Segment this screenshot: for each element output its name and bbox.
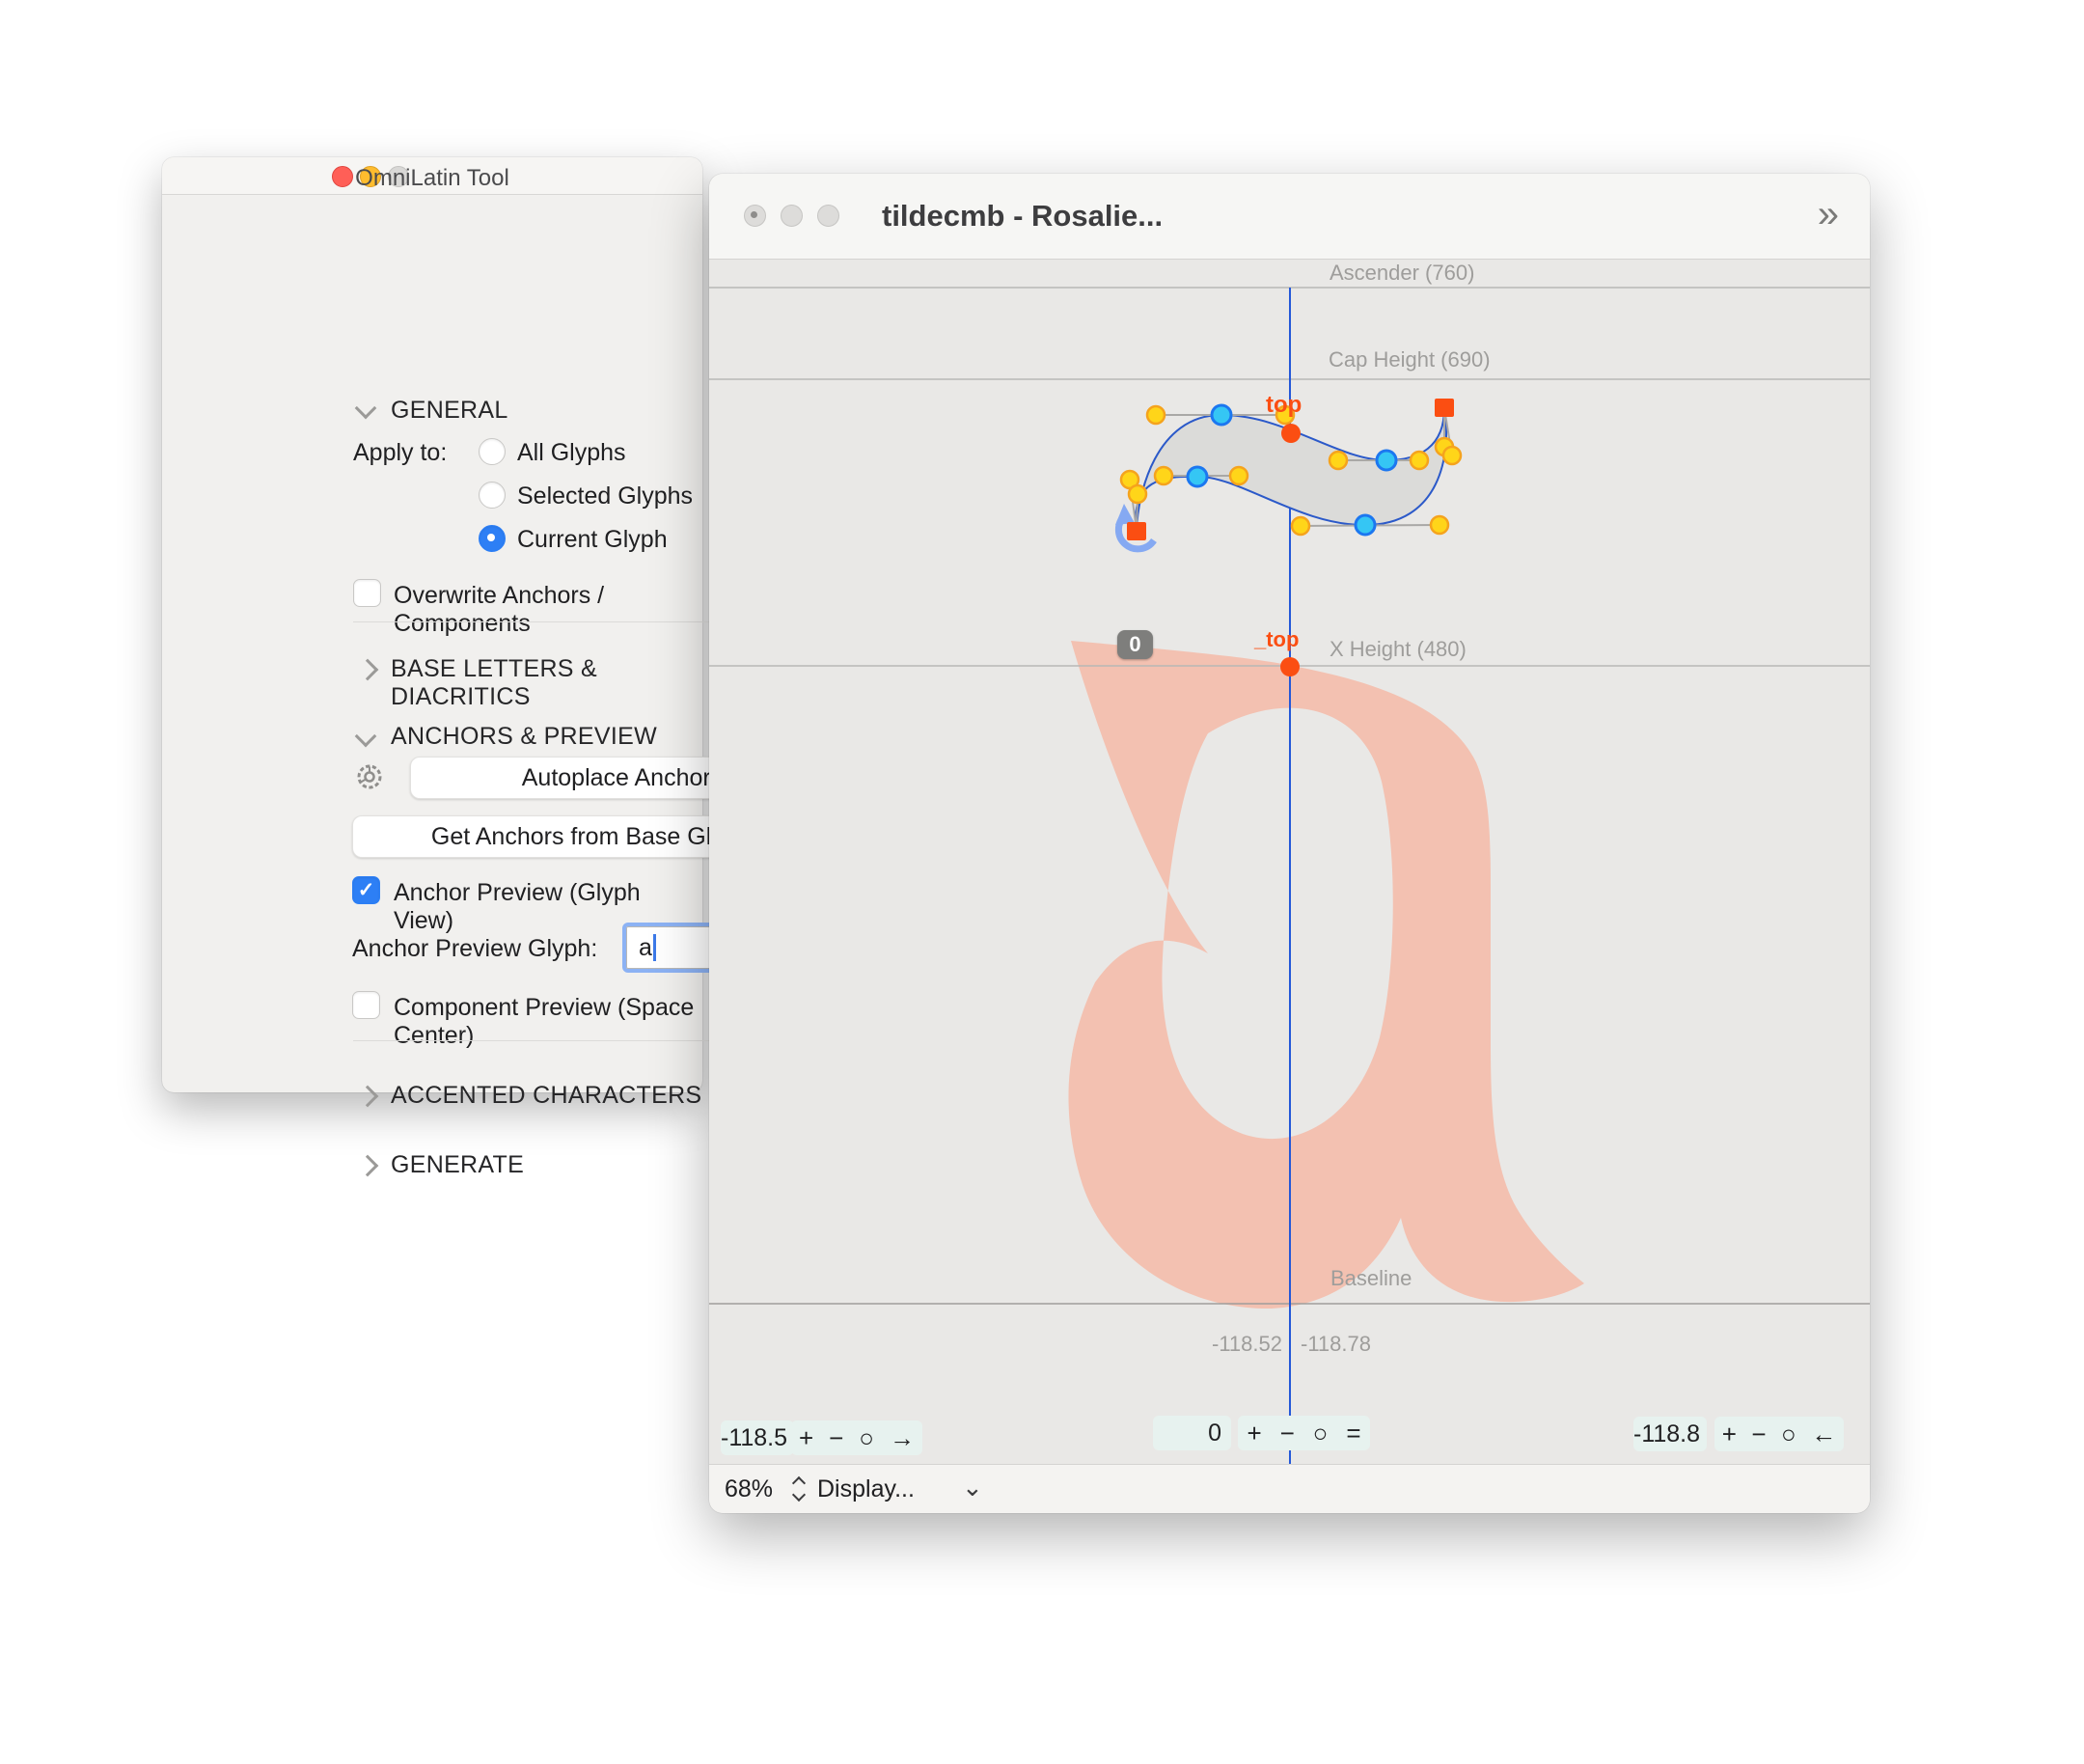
radio-current-glyph-label: Current Glyph bbox=[517, 526, 668, 554]
circle-button[interactable]: ○ bbox=[1781, 1419, 1796, 1449]
preview-glyph-a bbox=[1068, 641, 1584, 1309]
anchor-top bbox=[1281, 424, 1301, 443]
overwrite-checkbox[interactable] bbox=[353, 579, 381, 607]
zoom-button[interactable] bbox=[817, 205, 839, 227]
ascender-label: Ascender (760) bbox=[1330, 261, 1474, 286]
expand-sidebar-icon[interactable]: » bbox=[1818, 193, 1839, 236]
chevron-right-icon[interactable] bbox=[360, 1089, 375, 1109]
chevron-right-icon[interactable] bbox=[360, 1158, 375, 1178]
circle-button[interactable]: ○ bbox=[1313, 1419, 1329, 1448]
gear-icon[interactable] bbox=[354, 761, 385, 792]
x-height-label: X Height (480) bbox=[1330, 637, 1467, 662]
desktop: OmniLatin Tool GENERAL Apply to: All Gly… bbox=[0, 0, 2084, 1764]
checkmark-icon: ✓ bbox=[358, 879, 375, 901]
left-sidebearing-value: -118.52 bbox=[1212, 1332, 1279, 1357]
zoom-stepper-icon[interactable] bbox=[792, 1477, 808, 1501]
right-metric-buttons[interactable]: + − ○ ← bbox=[1714, 1417, 1844, 1451]
plus-button[interactable]: + bbox=[1722, 1419, 1737, 1449]
glyph-canvas[interactable]: Ascender (760) Cap Height (690) X Height… bbox=[709, 259, 1870, 1465]
radio-selected-glyphs[interactable] bbox=[479, 482, 506, 509]
editor-statusbar: 68% Display... ⌄ bbox=[709, 1464, 1870, 1513]
glyph-artwork bbox=[709, 259, 1870, 1465]
minimize-button[interactable] bbox=[781, 205, 803, 227]
anchor-top-label[interactable]: top bbox=[1266, 392, 1302, 419]
component-preview-checkbox[interactable] bbox=[352, 991, 380, 1019]
radio-all-glyphs[interactable] bbox=[479, 438, 506, 465]
minus-button[interactable]: − bbox=[1280, 1419, 1295, 1448]
center-metric-buttons[interactable]: + − ○ = bbox=[1238, 1416, 1370, 1450]
panel-title: OmniLatin Tool bbox=[162, 165, 702, 192]
center-metric-field[interactable]: 0 bbox=[1153, 1416, 1231, 1450]
cap-height-label: Cap Height (690) bbox=[1329, 347, 1491, 372]
minus-button[interactable]: − bbox=[1751, 1419, 1766, 1449]
anchor-preview-checkbox[interactable]: ✓ bbox=[352, 876, 380, 904]
baseline-label: Baseline bbox=[1330, 1266, 1412, 1291]
editor-window-title: tildecmb - Rosalie... bbox=[882, 199, 1163, 234]
arrow-left-button[interactable]: ← bbox=[1811, 1419, 1836, 1449]
anchor-under-top-label[interactable]: _top bbox=[1254, 627, 1299, 652]
left-metric-field[interactable]: -118.5 bbox=[721, 1420, 794, 1455]
plus-button[interactable]: + bbox=[799, 1423, 813, 1453]
section-base-letters[interactable]: BASE LETTERS & DIACRITICS bbox=[391, 655, 702, 711]
plus-button[interactable]: + bbox=[1247, 1419, 1261, 1448]
anchor-under-top bbox=[1280, 657, 1300, 676]
section-generate[interactable]: GENERATE bbox=[391, 1151, 524, 1179]
text-caret bbox=[653, 934, 656, 961]
radio-current-glyph[interactable] bbox=[479, 525, 506, 552]
overwrite-label: Overwrite Anchors / Components bbox=[394, 582, 702, 638]
chevron-down-icon[interactable] bbox=[358, 729, 373, 749]
minus-button[interactable]: − bbox=[829, 1423, 843, 1453]
node-index-badge: 0 bbox=[1117, 630, 1153, 659]
omnilatin-tool-panel: OmniLatin Tool GENERAL Apply to: All Gly… bbox=[162, 157, 702, 1092]
component-preview-label: Component Preview (Space Center) bbox=[394, 994, 702, 1050]
panel-titlebar[interactable]: OmniLatin Tool bbox=[162, 157, 702, 195]
chevron-right-icon[interactable] bbox=[360, 662, 375, 682]
display-menu[interactable]: Display... bbox=[817, 1475, 915, 1503]
chevron-down-icon[interactable] bbox=[358, 400, 373, 421]
close-button[interactable] bbox=[744, 205, 766, 227]
radio-all-glyphs-label: All Glyphs bbox=[517, 439, 626, 467]
section-anchors-preview[interactable]: ANCHORS & PREVIEW bbox=[391, 723, 657, 751]
apply-to-label: Apply to: bbox=[353, 439, 447, 467]
equals-button[interactable]: = bbox=[1346, 1419, 1360, 1448]
chevron-down-icon[interactable]: ⌄ bbox=[962, 1473, 983, 1502]
section-accented-characters[interactable]: ACCENTED CHARACTERS bbox=[391, 1082, 701, 1110]
glyph-editor-window: tildecmb - Rosalie... » bbox=[709, 174, 1870, 1513]
radio-selected-glyphs-label: Selected Glyphs bbox=[517, 482, 693, 510]
section-general[interactable]: GENERAL bbox=[391, 397, 508, 425]
editor-titlebar[interactable]: tildecmb - Rosalie... » bbox=[709, 174, 1870, 260]
right-metric-field[interactable]: -118.8 bbox=[1633, 1417, 1707, 1451]
left-metric-buttons[interactable]: + − ○ → bbox=[791, 1420, 922, 1455]
zoom-level[interactable]: 68% bbox=[725, 1475, 773, 1503]
right-sidebearing-value: -118.78 bbox=[1301, 1332, 1371, 1357]
arrow-right-button[interactable]: → bbox=[890, 1423, 915, 1453]
circle-button[interactable]: ○ bbox=[859, 1423, 874, 1453]
glyph-field-label: Anchor Preview Glyph: bbox=[352, 935, 597, 963]
